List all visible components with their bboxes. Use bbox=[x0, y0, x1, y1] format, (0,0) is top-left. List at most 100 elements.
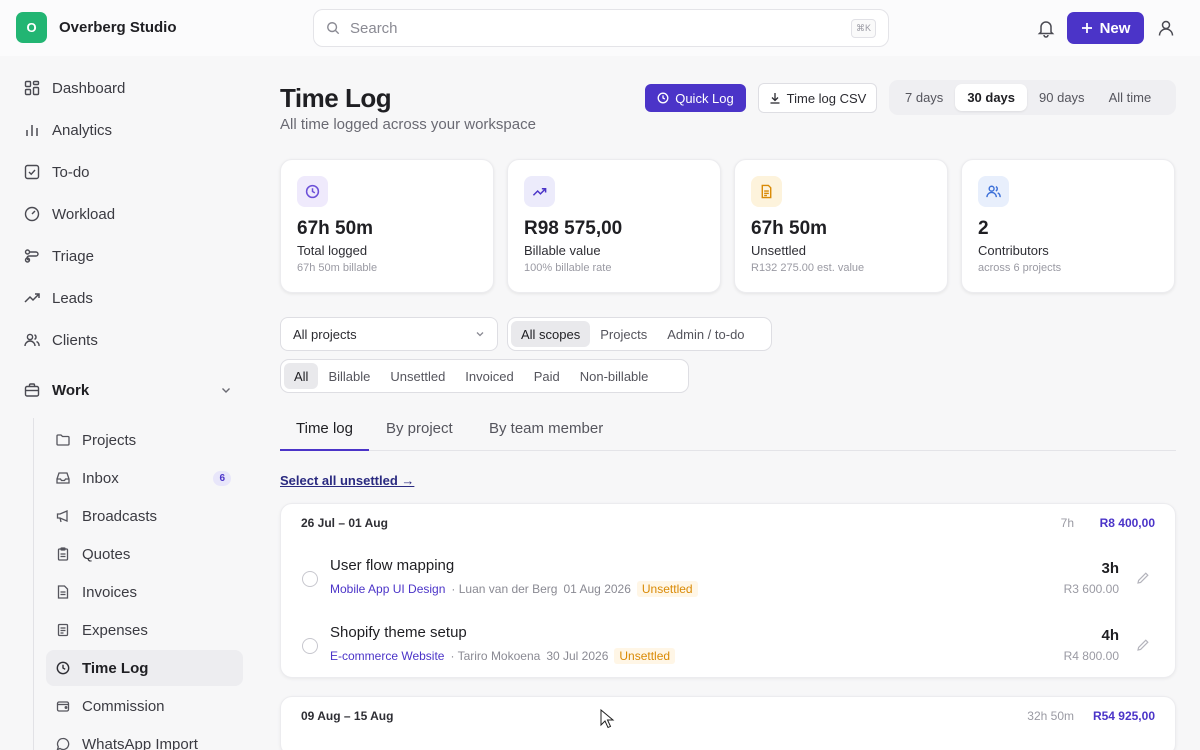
sidebar-item-label: Invoices bbox=[82, 583, 138, 601]
sidebar-item-inbox[interactable]: Inbox 6 bbox=[46, 460, 243, 496]
range-7-days[interactable]: 7 days bbox=[893, 84, 955, 111]
entry-hours: 3h bbox=[1101, 560, 1119, 577]
search-bar[interactable]: Search ⌘K bbox=[313, 9, 889, 47]
sidebar-item-time-log[interactable]: Time Log bbox=[46, 650, 243, 686]
sidebar-item-todo[interactable]: To-do bbox=[24, 160, 90, 184]
entry-title: Shopify theme setup bbox=[330, 624, 467, 641]
sidebar-item-commission[interactable]: Commission bbox=[46, 688, 243, 724]
sidebar-item-clients[interactable]: Clients bbox=[24, 328, 98, 352]
stat-value: 67h 50m bbox=[297, 218, 374, 239]
quick-log-button[interactable]: Quick Log bbox=[645, 84, 746, 112]
pencil-icon[interactable] bbox=[1136, 571, 1150, 585]
plus-icon bbox=[1081, 23, 1092, 33]
stat-label: Contributors bbox=[978, 243, 1049, 258]
time-entry-row[interactable]: Shopify theme setup E-commerce Website ·… bbox=[281, 616, 1177, 676]
sidebar-item-broadcasts[interactable]: Broadcasts bbox=[46, 498, 243, 534]
entry-checkbox[interactable] bbox=[302, 638, 318, 654]
inbox-count-badge: 6 bbox=[213, 470, 231, 486]
sidebar-item-label: Commission bbox=[82, 697, 165, 715]
project-filter-select[interactable]: All projects bbox=[280, 317, 498, 351]
week-total: R54 925,00 bbox=[1092, 709, 1155, 723]
week-group: 26 Jul – 01 Aug 7h R8 400,00 User flow m… bbox=[280, 503, 1176, 678]
sidebar-item-label: WhatsApp Import bbox=[82, 735, 198, 750]
sidebar-item-leads[interactable]: Leads bbox=[24, 286, 93, 310]
grid-icon bbox=[24, 80, 40, 96]
entry-meta: Mobile App UI Design · Luan van der Berg… bbox=[330, 581, 698, 597]
stat-value: 67h 50m bbox=[751, 218, 828, 239]
status-unsettled[interactable]: Unsettled bbox=[380, 363, 455, 389]
stat-icon-bg bbox=[751, 176, 782, 207]
status-invoiced[interactable]: Invoiced bbox=[455, 363, 523, 389]
entry-checkbox[interactable] bbox=[302, 571, 318, 587]
sidebar-item-triage[interactable]: Triage bbox=[24, 244, 94, 268]
new-button[interactable]: New bbox=[1067, 12, 1144, 44]
entry-project-link[interactable]: Mobile App UI Design bbox=[330, 582, 445, 596]
tab-time-log[interactable]: Time log bbox=[280, 420, 369, 451]
status-billable[interactable]: Billable bbox=[318, 363, 380, 389]
sidebar-item-whatsapp-import[interactable]: WhatsApp Import bbox=[46, 726, 243, 750]
sidebar: Dashboard Analytics To-do Workload Triag… bbox=[0, 56, 256, 750]
tab-by-team-member[interactable]: By team member bbox=[489, 420, 603, 451]
sidebar-item-invoices[interactable]: Invoices bbox=[46, 574, 243, 610]
user-icon[interactable] bbox=[1156, 18, 1176, 38]
entry-date: 30 Jul 2026 bbox=[546, 649, 609, 663]
sidebar-item-label: Time Log bbox=[82, 659, 149, 677]
sidebar-item-dashboard[interactable]: Dashboard bbox=[24, 76, 125, 100]
scope-projects[interactable]: Projects bbox=[590, 321, 657, 347]
brand[interactable]: O Overberg Studio bbox=[16, 12, 177, 43]
users-icon bbox=[986, 185, 1001, 198]
sidebar-item-analytics[interactable]: Analytics bbox=[24, 118, 112, 142]
stat-icon-bg bbox=[978, 176, 1009, 207]
sidebar-item-label: Leads bbox=[52, 289, 93, 307]
stat-card-contributors: 2 Contributors across 6 projects bbox=[961, 159, 1175, 293]
week-range: 26 Jul – 01 Aug bbox=[301, 516, 388, 530]
download-icon bbox=[770, 93, 780, 104]
status-non-billable[interactable]: Non-billable bbox=[570, 363, 659, 389]
sidebar-item-label: Expenses bbox=[82, 621, 148, 639]
search-input[interactable]: Search bbox=[350, 20, 851, 37]
sidebar-item-quotes[interactable]: Quotes bbox=[46, 536, 243, 572]
sidebar-item-label: Broadcasts bbox=[82, 507, 158, 525]
stat-subtext: across 6 projects bbox=[978, 262, 1062, 274]
tab-by-project[interactable]: By project bbox=[386, 420, 453, 451]
entry-amount: R4 800.00 bbox=[1063, 649, 1119, 663]
stat-card-total-logged: 67h 50m Total logged 67h 50m billable bbox=[280, 159, 494, 293]
select-all-unsettled-link[interactable]: Select all unsettled → bbox=[280, 473, 414, 488]
pencil-icon[interactable] bbox=[1136, 638, 1150, 652]
week-hours: 7h bbox=[1060, 516, 1074, 530]
range-30-days[interactable]: 30 days bbox=[955, 84, 1028, 111]
scope-all[interactable]: All scopes bbox=[511, 321, 591, 347]
page-subtitle: All time logged across your workspace bbox=[280, 116, 536, 133]
week-total: R8 400,00 bbox=[1099, 516, 1155, 530]
sidebar-item-projects[interactable]: Projects bbox=[46, 422, 243, 458]
mouse-cursor-icon bbox=[600, 709, 615, 729]
status-paid[interactable]: Paid bbox=[524, 363, 570, 389]
bell-icon[interactable] bbox=[1036, 18, 1056, 38]
inbox-icon bbox=[56, 472, 70, 484]
trend-up-icon bbox=[532, 187, 547, 196]
entry-meta: E-commerce Website · Tariro Mokoena 30 J… bbox=[330, 648, 676, 664]
sidebar-group-work[interactable]: Work bbox=[24, 378, 232, 402]
week-hours: 32h 50m bbox=[1027, 709, 1074, 723]
sidebar-item-label: Workload bbox=[52, 205, 116, 223]
sidebar-item-label: Dashboard bbox=[52, 79, 126, 97]
triage-icon bbox=[24, 249, 39, 263]
sidebar-item-expenses[interactable]: Expenses bbox=[46, 612, 243, 648]
top-bar: O Overberg Studio Search ⌘K New bbox=[0, 0, 1200, 56]
entry-project-link[interactable]: E-commerce Website bbox=[330, 649, 444, 663]
status-filter: All Billable Unsettled Invoiced Paid Non… bbox=[280, 359, 689, 393]
sidebar-item-label: Analytics bbox=[52, 121, 113, 139]
range-90-days[interactable]: 90 days bbox=[1027, 84, 1097, 111]
sidebar-item-label: Clients bbox=[52, 331, 98, 349]
status-all[interactable]: All bbox=[284, 363, 319, 389]
gauge-icon bbox=[24, 206, 40, 222]
sidebar-item-label: To-do bbox=[52, 163, 90, 181]
time-entry-row[interactable]: User flow mapping Mobile App UI Design ·… bbox=[281, 549, 1177, 609]
sidebar-item-workload[interactable]: Workload bbox=[24, 202, 115, 226]
users-icon bbox=[24, 333, 40, 347]
export-csv-button[interactable]: Time log CSV bbox=[758, 83, 877, 113]
chevron-down-icon[interactable] bbox=[220, 384, 232, 396]
range-all-time[interactable]: All time bbox=[1097, 84, 1164, 111]
quick-log-label: Quick Log bbox=[675, 90, 734, 106]
scope-admin-todo[interactable]: Admin / to-do bbox=[657, 321, 754, 347]
